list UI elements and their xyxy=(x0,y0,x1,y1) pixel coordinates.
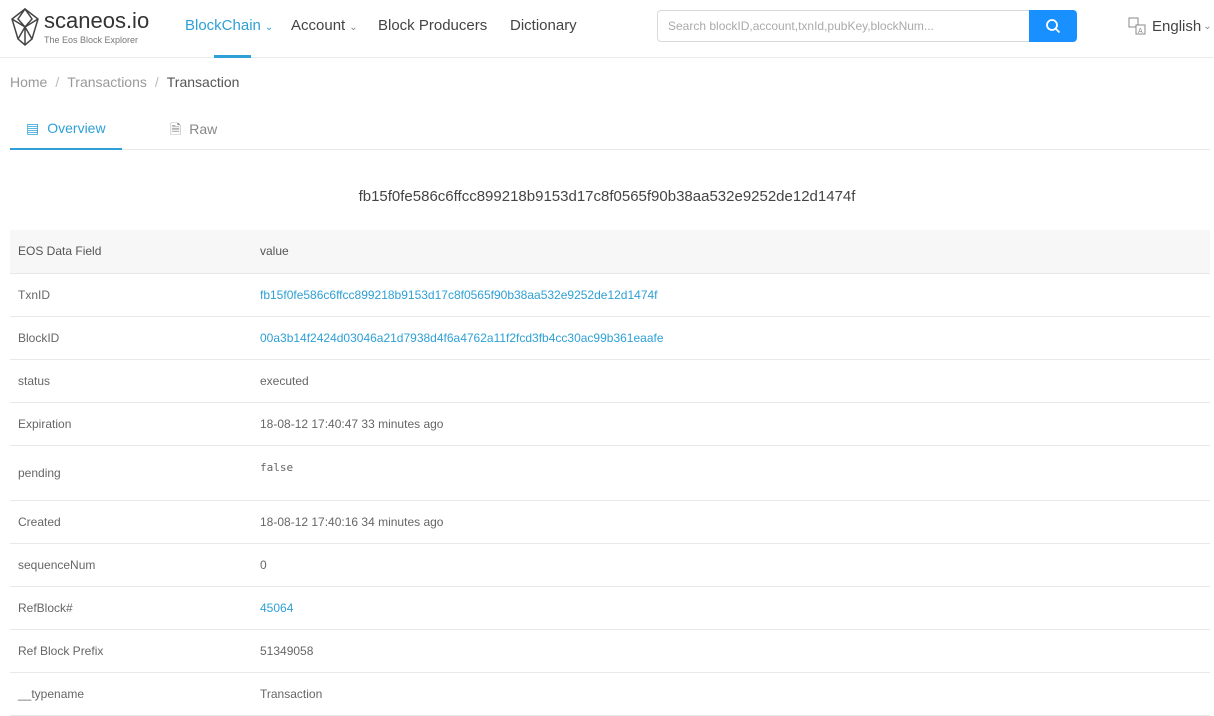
header-field: EOS Data Field xyxy=(10,230,252,274)
field-value: 51349058 xyxy=(252,629,1210,673)
field-value: 18-08-12 17:40:47 33 minutes ago xyxy=(252,402,1210,446)
table-row: pending false xyxy=(10,445,1210,501)
field-value: 0 xyxy=(252,543,1210,587)
table-header: EOS Data Field value xyxy=(10,230,1210,274)
nav-label: Account xyxy=(291,17,346,34)
search-button[interactable] xyxy=(1029,10,1077,42)
tab-label: Raw xyxy=(189,121,218,137)
field-label: Created xyxy=(10,500,252,544)
field-label: pending xyxy=(10,445,252,501)
field-value: Transaction xyxy=(252,672,1210,716)
block-id-link[interactable]: 00a3b14f2424d03046a21d7938d4f6a4762a11f2… xyxy=(260,331,664,345)
field-label: Expiration xyxy=(10,402,252,446)
tab-overview[interactable]: ▤ Overview xyxy=(10,108,122,150)
language-selector[interactable]: A English ⌄ xyxy=(1128,17,1212,35)
table-row: Ref Block Prefix 51349058 xyxy=(10,629,1210,673)
table-row: RefBlock# 45064 xyxy=(10,586,1210,630)
transaction-table: EOS Data Field value TxnID fb15f0fe586c6ff… xyxy=(10,230,1210,716)
table-row: Expiration 18-08-12 17:40:47 33 minutes a… xyxy=(10,402,1210,446)
field-label: sequenceNum xyxy=(10,543,252,587)
table-row: sequenceNum 0 xyxy=(10,543,1210,587)
overview-icon: ▤ xyxy=(26,120,40,136)
brand-name: scaneos.io xyxy=(44,7,150,33)
tab-label: Overview xyxy=(47,120,106,136)
breadcrumb-home[interactable]: Home xyxy=(10,74,47,90)
language-label: English xyxy=(1152,17,1202,35)
search-icon xyxy=(1046,19,1061,34)
transaction-hash-title: fb15f0fe586c6ffcc899218b9153d17c8f0565f9… xyxy=(358,188,856,205)
brand-tagline: The Eos Block Explorer xyxy=(44,34,139,45)
top-header: scaneos.io The Eos Block Explorer BlockC… xyxy=(0,0,1214,58)
nav-block-producers[interactable]: Block Producers xyxy=(378,0,487,58)
tab-raw[interactable]: 🗎 Raw xyxy=(170,108,217,150)
svg-text:A: A xyxy=(1138,28,1143,35)
table-row: BlockID 00a3b14f2424d03046a21d7938d4f6a47… xyxy=(10,316,1210,360)
breadcrumb: Home / Transactions / Transaction xyxy=(10,74,240,90)
tab-bar: ▤ Overview 🗎 Raw xyxy=(10,108,1210,150)
header-value: value xyxy=(252,230,1210,274)
chevron-down-icon: ⌄ xyxy=(1203,20,1212,32)
field-value: 18-08-12 17:40:16 34 minutes ago xyxy=(252,500,1210,544)
table-row: __typename Transaction xyxy=(10,672,1210,716)
table-row: status executed xyxy=(10,359,1210,403)
nav-label: BlockChain xyxy=(185,17,261,34)
nav-blockchain[interactable]: BlockChain ⌄ xyxy=(169,0,289,58)
table-row: TxnID fb15f0fe586c6ffcc899218b9153d17c8f0… xyxy=(10,273,1210,317)
translate-icon: A xyxy=(1128,17,1146,35)
chevron-down-icon: ⌄ xyxy=(349,22,358,33)
field-label: Ref Block Prefix xyxy=(10,629,252,673)
field-label: status xyxy=(10,359,252,403)
field-value: false xyxy=(260,460,294,474)
logo[interactable]: scaneos.io The Eos Block Explorer xyxy=(10,7,149,47)
txn-id-link[interactable]: fb15f0fe586c6ffcc899218b9153d17c8f0565f9… xyxy=(260,288,658,302)
nav-dictionary[interactable]: Dictionary xyxy=(510,0,577,58)
table-row: Created 18-08-12 17:40:16 34 minutes ago xyxy=(10,500,1210,544)
field-label: TxnID xyxy=(10,273,252,317)
active-indicator xyxy=(214,55,252,58)
field-label: __typename xyxy=(10,672,252,716)
field-label: BlockID xyxy=(10,316,252,360)
nav-account[interactable]: Account ⌄ xyxy=(291,0,358,58)
field-label: RefBlock# xyxy=(10,586,252,630)
field-value: executed xyxy=(252,359,1210,403)
breadcrumb-transactions[interactable]: Transactions xyxy=(67,74,147,90)
search-bar xyxy=(657,10,1077,42)
ref-block-link[interactable]: 45064 xyxy=(260,601,293,615)
logo-icon xyxy=(11,7,39,46)
file-icon: 🗎 xyxy=(170,121,182,137)
search-input[interactable] xyxy=(657,10,1029,42)
chevron-down-icon: ⌄ xyxy=(264,22,274,33)
breadcrumb-current: Transaction xyxy=(166,74,240,90)
